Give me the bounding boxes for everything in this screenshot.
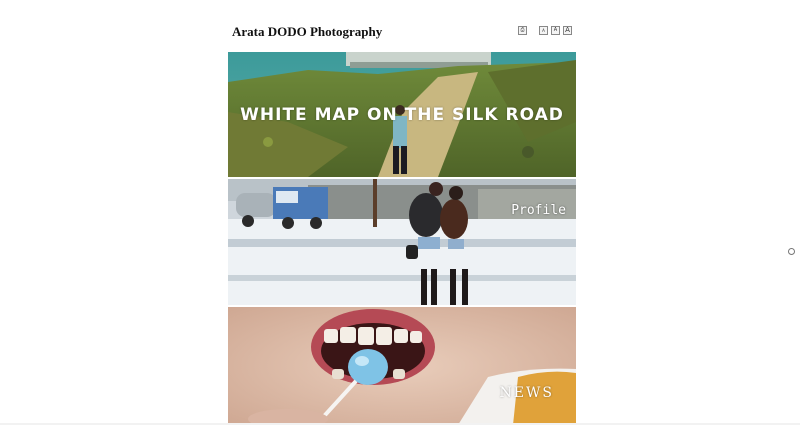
toolbar: ⎙ A A A bbox=[518, 26, 572, 35]
scroll-indicator[interactable] bbox=[788, 248, 795, 255]
profile-photo bbox=[228, 179, 576, 305]
font-size-small-button[interactable]: A bbox=[539, 26, 548, 35]
news-photo bbox=[228, 307, 576, 425]
print-icon[interactable]: ⎙ bbox=[518, 26, 527, 35]
news-title[interactable]: NEWS bbox=[500, 385, 554, 401]
silk-road-panel[interactable]: WHITE MAP ON THE SILK ROAD bbox=[228, 52, 576, 177]
header: Arata DODO Photography ⎙ A A A bbox=[228, 24, 576, 46]
font-size-medium-button[interactable]: A bbox=[551, 26, 560, 35]
news-panel[interactable]: NEWS bbox=[228, 307, 576, 425]
profile-title[interactable]: Profile bbox=[511, 203, 566, 218]
silk-road-title[interactable]: WHITE MAP ON THE SILK ROAD bbox=[228, 105, 576, 125]
profile-panel[interactable]: Profile bbox=[228, 179, 576, 305]
page: Arata DODO Photography ⎙ A A A WHITE MAP… bbox=[0, 0, 800, 425]
site-title[interactable]: Arata DODO Photography bbox=[232, 24, 382, 40]
font-size-large-button[interactable]: A bbox=[563, 26, 572, 35]
